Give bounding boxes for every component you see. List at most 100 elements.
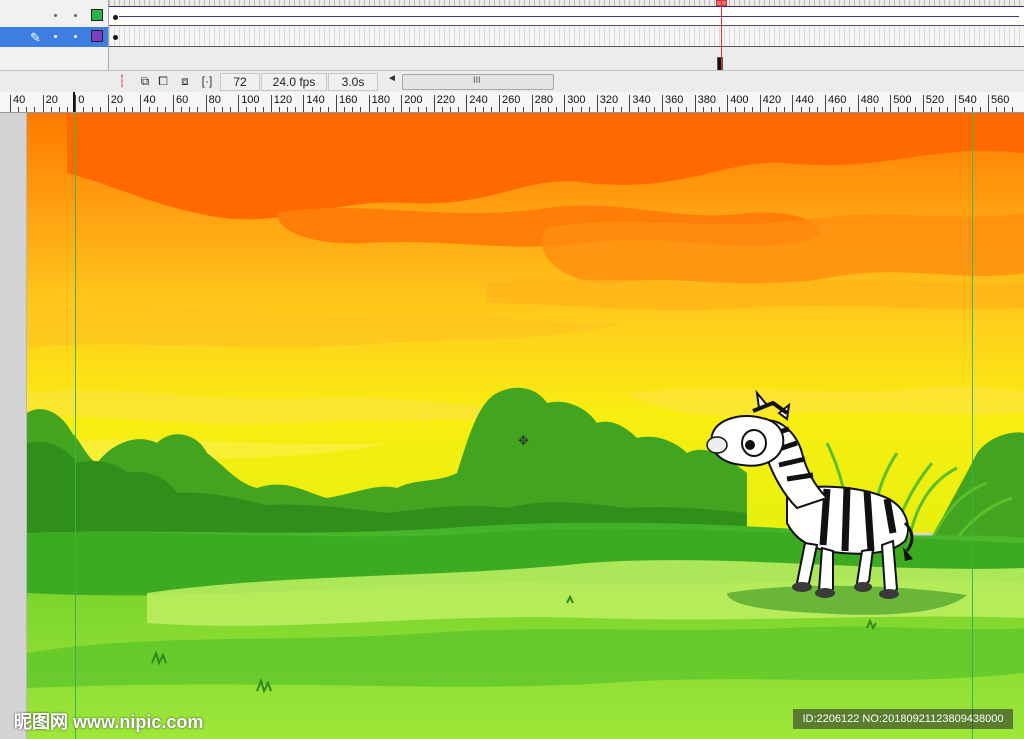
ruler-minor-tick [580, 107, 582, 112]
ruler-minor-tick [873, 107, 875, 112]
ruler-label: 260 [502, 94, 521, 106]
ruler-minor-tick [164, 107, 166, 112]
ruler-minor-tick [311, 107, 313, 112]
ruler-minor-tick [221, 107, 223, 112]
vertical-guide[interactable] [972, 113, 973, 739]
visibility-dot-icon[interactable] [54, 35, 57, 38]
ruler-minor-tick [58, 107, 60, 112]
ruler-minor-tick [816, 107, 818, 112]
visibility-dot-icon[interactable] [54, 14, 57, 17]
onion-skin-icon[interactable]: ⧉ [137, 73, 153, 89]
ruler-major-tick [825, 95, 826, 112]
ruler-major-tick [433, 95, 435, 112]
ruler-minor-tick [539, 107, 541, 112]
ruler-minor-tick [287, 107, 289, 112]
timeline-horizontal-scrollbar[interactable]: III [402, 74, 554, 90]
ruler-minor-tick [50, 107, 52, 112]
ruler-minor-tick [621, 107, 623, 112]
frame-grid[interactable] [109, 0, 1024, 73]
ruler-major-tick [662, 95, 663, 112]
layer-list: ✎ 🗑 [0, 0, 109, 87]
ruler-label: 360 [665, 94, 684, 106]
ruler-major-tick [140, 95, 142, 112]
ruler-minor-tick [115, 107, 117, 112]
onion-skin-outlines-icon[interactable]: ⧠ [155, 73, 171, 89]
ruler-minor-tick [425, 107, 427, 112]
modify-onion-markers-icon[interactable]: [·] [199, 73, 215, 89]
ruler-major-tick [205, 95, 207, 112]
ruler-major-tick [401, 95, 403, 112]
playhead[interactable] [721, 0, 722, 70]
scrollbar-grip[interactable]: III [473, 75, 481, 85]
edit-multiple-frames-icon[interactable]: ⧈ [177, 73, 193, 89]
ruler-minor-tick [213, 107, 215, 112]
ruler-minor-tick [99, 107, 101, 112]
ruler-minor-tick [148, 107, 150, 112]
ruler-label: 460 [828, 94, 847, 106]
layer-outline-color-icon[interactable] [91, 9, 103, 21]
keyframe-dot[interactable] [113, 35, 118, 40]
ruler-label: 320 [599, 94, 619, 106]
ruler-major-tick [988, 95, 989, 112]
ruler-minor-tick [352, 107, 354, 112]
ruler-minor-tick [996, 107, 998, 112]
ruler-minor-tick [278, 107, 280, 112]
center-frame-icon[interactable]: ┆ [114, 73, 130, 89]
stage-canvas[interactable] [27, 113, 1024, 739]
ruler-major-tick [336, 95, 337, 112]
ruler-minor-tick [393, 107, 395, 112]
ruler-minor-tick [376, 107, 378, 112]
ruler-minor-tick [653, 107, 655, 112]
ruler-minor-tick [327, 107, 329, 112]
ruler-label: 540 [958, 94, 977, 106]
ruler-label: 40 [13, 94, 26, 106]
lock-dot-icon[interactable] [74, 35, 77, 38]
ruler-minor-tick [1004, 107, 1006, 112]
keyframe-dot[interactable] [113, 15, 118, 20]
ruler-minor-tick [458, 107, 460, 112]
ruler-label: 480 [860, 94, 879, 106]
ruler-label: 560 [991, 94, 1010, 106]
ruler-label: 20 [110, 94, 124, 106]
horizontal-ruler[interactable]: 40 20 0 20 40 60 80 100 120 140 160 180 200 220 240 260… [0, 92, 1024, 113]
ruler-minor-tick [547, 107, 549, 112]
ruler-major-tick [10, 95, 11, 112]
ruler-label: 0 [78, 94, 85, 106]
ruler-minor-tick [417, 107, 419, 112]
ruler-minor-tick [254, 107, 256, 112]
ruler-minor-tick [947, 107, 949, 112]
ruler-minor-tick [613, 107, 615, 112]
ruler-minor-tick [344, 107, 346, 112]
ruler-major-tick [270, 95, 272, 112]
layer-row-selected[interactable]: ✎ [0, 27, 108, 47]
ruler-label: 400 [730, 94, 749, 106]
ruler-minor-tick [833, 107, 835, 112]
layer-row[interactable] [0, 6, 108, 26]
image-id-watermark: ID:2206122 NO:20180921123809438000 [793, 709, 1013, 729]
vertical-guide[interactable] [75, 113, 76, 739]
lock-dot-icon[interactable] [74, 14, 77, 17]
ruler-major-tick [368, 95, 370, 112]
current-frame-field[interactable]: 72 [220, 73, 260, 91]
ruler-major-tick [759, 95, 761, 112]
pencil-icon: ✎ [30, 30, 41, 45]
ruler-minor-tick [637, 107, 639, 112]
ruler-minor-tick [841, 107, 843, 112]
scroll-left-arrow-icon[interactable]: ◄ [387, 73, 397, 84]
ruler-minor-tick [735, 107, 737, 112]
ruler-label: 300 [567, 94, 586, 106]
ruler-minor-tick [588, 107, 590, 112]
ruler-label: 100 [241, 94, 260, 106]
ruler-minor-tick [710, 107, 712, 112]
ruler-label: 380 [697, 94, 716, 106]
ruler-minor-tick [784, 107, 786, 112]
frame-rate-field[interactable]: 24.0 fps [261, 73, 327, 91]
ruler-minor-tick [971, 107, 973, 112]
ruler-label: 340 [632, 94, 651, 106]
ruler-label: 160 [339, 94, 358, 106]
layer-outline-color-icon[interactable] [91, 30, 103, 42]
frame-track[interactable] [109, 6, 1024, 26]
ruler-major-tick [857, 95, 859, 112]
frame-track[interactable] [109, 27, 1024, 73]
ruler-minor-tick [18, 107, 20, 112]
